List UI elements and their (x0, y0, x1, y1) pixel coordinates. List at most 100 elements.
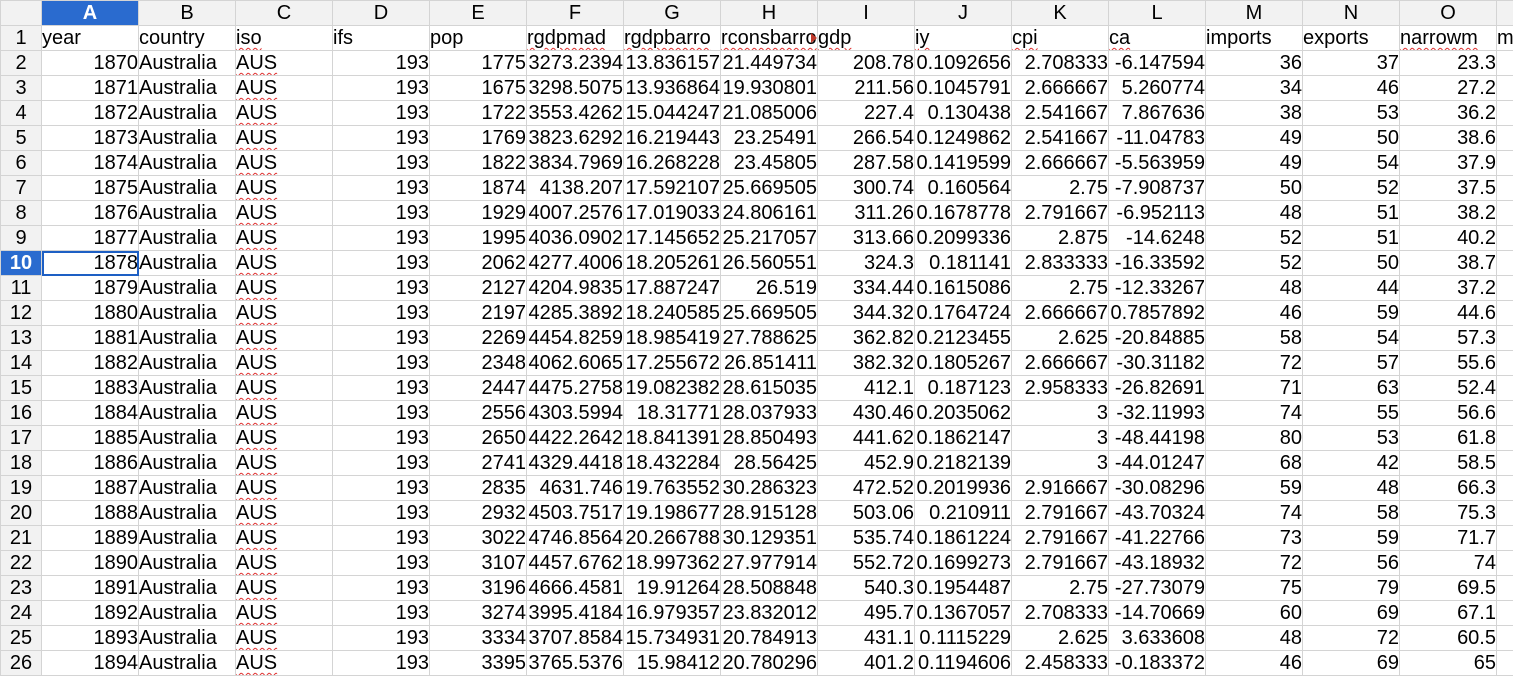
cell[interactable]: 4285.3892 (526, 300, 624, 326)
cell[interactable]: 1874 (429, 175, 527, 201)
cell[interactable]: 503.06 (817, 500, 915, 526)
cell[interactable]: 0.1045791 (914, 75, 1012, 101)
cell[interactable]: 4631.746 (526, 475, 624, 501)
cell[interactable]: Australia (138, 650, 236, 676)
cell[interactable]: 19.082382 (623, 375, 721, 401)
cell[interactable]: -12.33267 (1108, 275, 1206, 301)
cell[interactable]: 193 (332, 600, 430, 626)
cell[interactable]: 2556 (429, 400, 527, 426)
cell[interactable]: 300.74 (817, 175, 915, 201)
cell[interactable] (1496, 250, 1513, 276)
cell[interactable]: 73 (1205, 525, 1303, 551)
cell[interactable]: 1884 (41, 400, 139, 426)
cell[interactable]: 7.867636 (1108, 100, 1206, 126)
cell[interactable]: 324.3 (817, 250, 915, 276)
cell[interactable]: 19.930801 (720, 75, 818, 101)
cell[interactable]: 2835 (429, 475, 527, 501)
cell[interactable]: 2.666667 (1011, 150, 1109, 176)
cell[interactable] (1496, 575, 1513, 601)
cell[interactable]: 2.541667 (1011, 100, 1109, 126)
cell[interactable]: 37.2 (1399, 275, 1497, 301)
cell[interactable]: 28.850493 (720, 425, 818, 451)
cell[interactable]: 38.2 (1399, 200, 1497, 226)
cell[interactable]: 59 (1205, 475, 1303, 501)
cell[interactable] (1496, 350, 1513, 376)
column-header-e[interactable]: E (429, 0, 527, 26)
cell[interactable]: 1893 (41, 625, 139, 651)
cell[interactable]: Australia (138, 325, 236, 351)
cell[interactable]: 30.129351 (720, 525, 818, 551)
cell[interactable]: Australia (138, 575, 236, 601)
cell[interactable]: 1769 (429, 125, 527, 151)
cell[interactable]: 27.2 (1399, 75, 1497, 101)
cell[interactable]: 16.219443 (623, 125, 721, 151)
cell[interactable]: 3107 (429, 550, 527, 576)
cell[interactable]: Australia (138, 275, 236, 301)
cell[interactable]: 20.780296 (720, 650, 818, 676)
row-header[interactable]: 16 (0, 400, 42, 426)
cell[interactable]: 28.915128 (720, 500, 818, 526)
cell[interactable]: 3 (1011, 450, 1109, 476)
row-header[interactable]: 6 (0, 150, 42, 176)
cell[interactable]: 1878 (41, 250, 139, 276)
cell[interactable]: 69.5 (1399, 575, 1497, 601)
cell[interactable]: 430.46 (817, 400, 915, 426)
cell[interactable]: 55.6 (1399, 350, 1497, 376)
cell[interactable]: 401.2 (817, 650, 915, 676)
cell[interactable]: 75 (1205, 575, 1303, 601)
cell[interactable]: 57 (1302, 350, 1400, 376)
cell[interactable]: 193 (332, 525, 430, 551)
cell[interactable]: 27.977914 (720, 550, 818, 576)
cell[interactable]: AUS (235, 125, 333, 151)
cell[interactable]: 4666.4581 (526, 575, 624, 601)
cell[interactable]: 65 (1399, 650, 1497, 676)
cell[interactable] (1496, 75, 1513, 101)
cell[interactable]: 27.788625 (720, 325, 818, 351)
cell[interactable]: 4457.6762 (526, 550, 624, 576)
cell[interactable]: 1879 (41, 275, 139, 301)
cell[interactable]: 0.2035062 (914, 400, 1012, 426)
cell[interactable]: -30.31182 (1108, 350, 1206, 376)
column-header-c[interactable]: C (235, 0, 333, 26)
cell[interactable]: Australia (138, 425, 236, 451)
cell[interactable]: AUS (235, 625, 333, 651)
cell[interactable]: 23.45805 (720, 150, 818, 176)
cell[interactable]: 37.5 (1399, 175, 1497, 201)
cell[interactable]: 28.615035 (720, 375, 818, 401)
cell[interactable]: 1885 (41, 425, 139, 451)
cell[interactable]: 13.836157 (623, 50, 721, 76)
row-header[interactable]: 18 (0, 450, 42, 476)
cell[interactable]: 28.508848 (720, 575, 818, 601)
cell[interactable]: 382.32 (817, 350, 915, 376)
cell[interactable]: AUS (235, 525, 333, 551)
cell[interactable]: Australia (138, 50, 236, 76)
cell[interactable]: 2.625 (1011, 625, 1109, 651)
cell[interactable]: 4303.5994 (526, 400, 624, 426)
cell[interactable]: 26.851411 (720, 350, 818, 376)
cell[interactable]: 193 (332, 100, 430, 126)
row-header[interactable]: 1 (0, 25, 42, 51)
cell[interactable]: AUS (235, 75, 333, 101)
cell[interactable]: 1874 (41, 150, 139, 176)
cell[interactable]: 193 (332, 650, 430, 676)
cell[interactable]: AUS (235, 50, 333, 76)
cell[interactable]: 0.1862147 (914, 425, 1012, 451)
cell[interactable]: 3553.4262 (526, 100, 624, 126)
header-cell-cpi[interactable]: cpi (1011, 25, 1109, 51)
cell[interactable]: 66.3 (1399, 475, 1497, 501)
cell[interactable]: 56.6 (1399, 400, 1497, 426)
cell[interactable]: 17.255672 (623, 350, 721, 376)
cell[interactable]: 1889 (41, 525, 139, 551)
cell[interactable]: -27.73079 (1108, 575, 1206, 601)
cell[interactable]: 2.75 (1011, 175, 1109, 201)
cell[interactable]: 1877 (41, 225, 139, 251)
cell[interactable]: 15.044247 (623, 100, 721, 126)
cell[interactable]: 46 (1205, 650, 1303, 676)
cell[interactable]: 19.91264 (623, 575, 721, 601)
cell[interactable]: 2.791667 (1011, 200, 1109, 226)
cell[interactable]: 1875 (41, 175, 139, 201)
cell[interactable]: -16.33592 (1108, 250, 1206, 276)
column-header-i[interactable]: I (817, 0, 915, 26)
cell[interactable]: 4138.207 (526, 175, 624, 201)
cell[interactable]: 69 (1302, 650, 1400, 676)
